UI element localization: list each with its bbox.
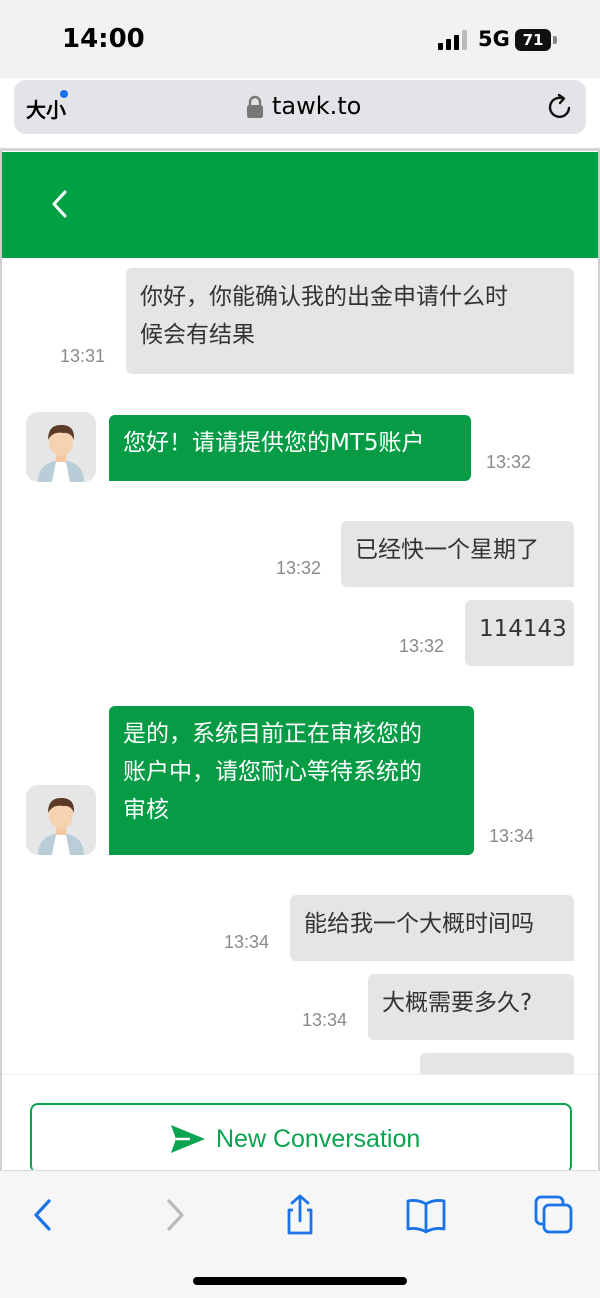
visitor-message: 你好，你能确认我的出金申请什么时 候会有结果 [126,268,574,374]
signal-icon [438,30,468,50]
home-indicator [193,1277,407,1285]
person-icon [38,424,84,482]
chevron-left-icon[interactable] [44,186,74,222]
message-time: 13:34 [224,932,270,952]
visitor-message: 114143 [465,600,574,666]
chevron-right-icon[interactable] [152,1193,196,1237]
send-icon [171,1125,205,1153]
new-conversation-label: New Conversation [216,1125,421,1153]
person-icon [38,797,84,855]
message-time: 13:34 [302,1010,348,1030]
tabs-icon[interactable] [532,1193,576,1237]
battery-icon: 71 [515,29,551,51]
visitor-message: 已经快一个星期了 [341,521,574,587]
chat-header [2,152,598,258]
url-domain[interactable]: tawk.to [272,92,361,120]
chevron-left-icon[interactable] [22,1193,66,1237]
lock-icon [247,95,263,118]
share-icon[interactable] [278,1193,322,1237]
toolbar-divider [0,148,600,151]
book-icon[interactable] [404,1193,448,1237]
message-time: 13:32 [486,452,532,472]
visitor-message: 能给我一个大概时间吗 [290,895,574,961]
notification-dot [60,90,68,98]
status-bar: 14:00 5G 71 [0,0,600,78]
visitor-message-partial [420,1053,574,1074]
message-time: 13:32 [399,636,445,656]
status-time: 14:00 [62,24,145,54]
reload-icon[interactable] [546,93,574,121]
network-type: 5G [478,27,510,51]
agent-avatar [26,412,96,482]
message-time: 13:34 [489,826,535,846]
agent-avatar [26,785,96,855]
address-bar[interactable]: 大小 tawk.to [14,80,586,134]
message-time: 13:32 [276,558,322,578]
agent-message: 您好！请请提供您的MT5账户 [109,415,471,481]
message-time: 13:31 [60,346,106,366]
message-list[interactable]: 你好，你能确认我的出金申请什么时 候会有结果 13:31 您好！请请提供您的MT… [2,258,598,1074]
visitor-message: 大概需要多久? [368,974,574,1040]
battery-cap [553,36,557,44]
chat-footer: New Conversation [2,1074,598,1173]
new-conversation-button[interactable]: New Conversation [30,1103,572,1173]
text-size-button[interactable]: 大小 [26,94,66,123]
agent-message: 是的，系统目前正在审核您的 账户中，请您耐心等待系统的 审核 [109,706,474,855]
